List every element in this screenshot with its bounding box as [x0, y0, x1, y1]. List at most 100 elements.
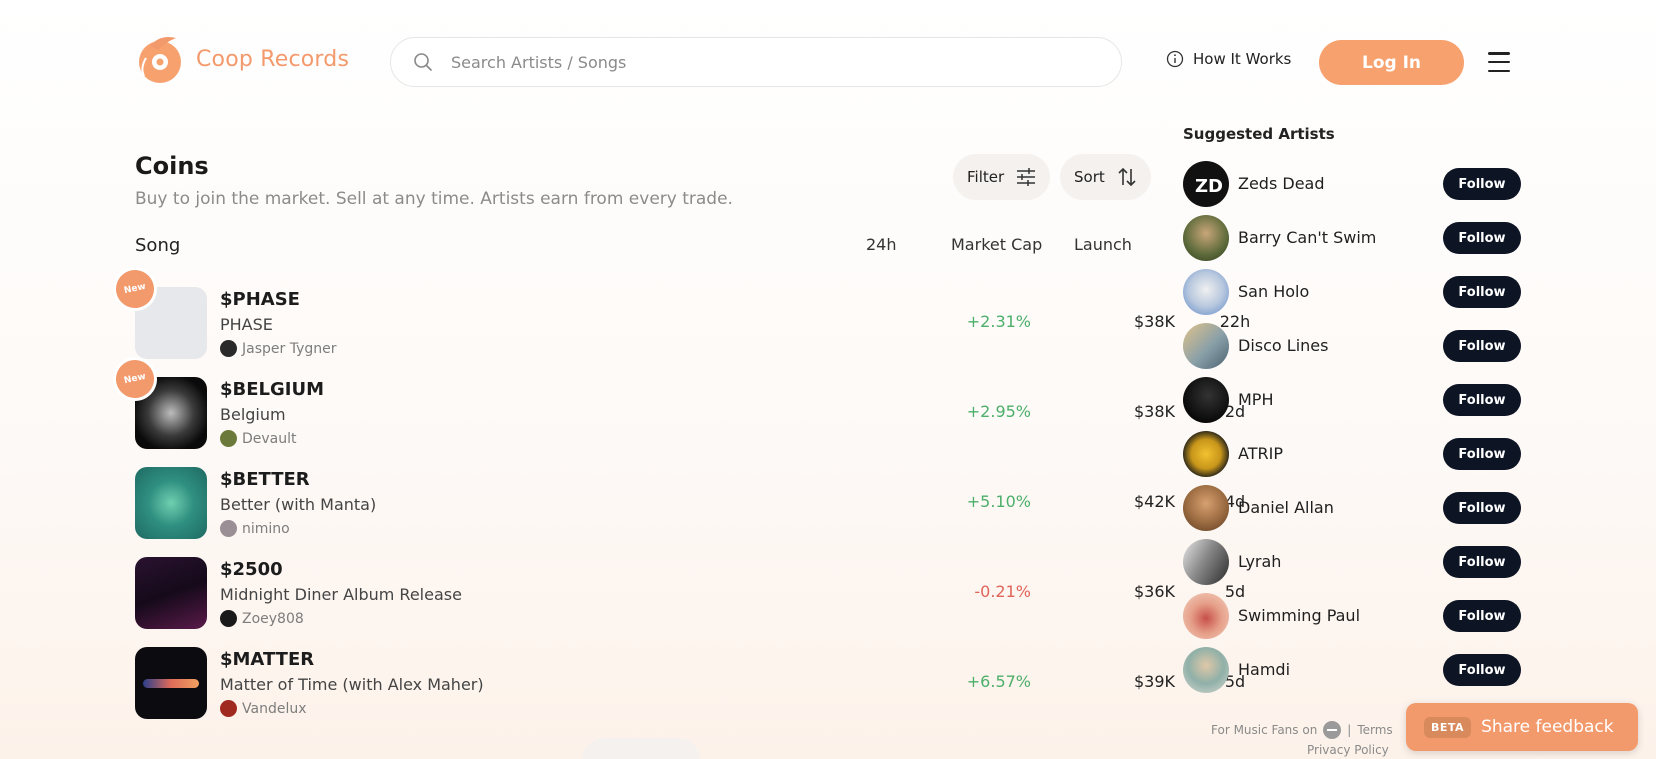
change-24h: +2.31%	[966, 312, 1031, 331]
column-header-launch[interactable]: Launch	[1074, 235, 1132, 254]
how-it-works-link[interactable]: How It Works	[1166, 50, 1291, 68]
suggested-artist[interactable]: San Holo Follow	[1183, 269, 1521, 315]
suggested-artist[interactable]: ZD Zeds Dead Follow	[1183, 161, 1521, 207]
market-cap: $39K	[1133, 672, 1175, 691]
coin-ticker: $2500	[220, 559, 283, 580]
song-title: PHASE	[220, 315, 273, 334]
coin-row[interactable]: $MATTER Matter of Time (with Alex Maher)…	[135, 647, 1245, 723]
follow-button[interactable]: Follow	[1443, 438, 1521, 470]
hamburger-menu-icon[interactable]	[1488, 52, 1510, 72]
column-header-market-cap[interactable]: Market Cap	[951, 235, 1042, 254]
avatar	[1183, 215, 1229, 261]
market-cap: $38K	[1133, 312, 1175, 331]
artist-name: Zoey808	[242, 610, 304, 627]
follow-button[interactable]: Follow	[1443, 222, 1521, 254]
artist-credit[interactable]: Jasper Tygner	[220, 340, 337, 357]
avatar: ZD	[1183, 161, 1229, 207]
privacy-policy-link[interactable]: Privacy Policy	[1307, 743, 1389, 757]
artist-name: San Holo	[1238, 282, 1310, 301]
change-24h: +2.95%	[966, 402, 1031, 421]
coin-ticker: $MATTER	[220, 649, 315, 670]
sort-arrows-icon	[1118, 167, 1136, 187]
terms-link[interactable]: Terms	[1357, 723, 1392, 737]
beta-badge: BETA	[1424, 716, 1472, 738]
suggested-artist[interactable]: Barry Can't Swim Follow	[1183, 215, 1521, 261]
follow-button[interactable]: Follow	[1443, 492, 1521, 524]
follow-button[interactable]: Follow	[1443, 654, 1521, 686]
suggested-artist[interactable]: Swimming Paul Follow	[1183, 593, 1521, 639]
follow-button[interactable]: Follow	[1443, 330, 1521, 362]
for-music-fans-text: For Music Fans on	[1211, 723, 1318, 737]
change-24h: +5.10%	[966, 492, 1031, 511]
coin-ticker: $BELGIUM	[220, 379, 325, 400]
artist-name: nimino	[242, 520, 290, 537]
artist-name: Barry Can't Swim	[1238, 228, 1377, 247]
search-input[interactable]	[451, 52, 1051, 72]
suggested-artist[interactable]: Daniel Allan Follow	[1183, 485, 1521, 531]
avatar	[220, 430, 237, 447]
coin-row[interactable]: New $PHASE PHASE Jasper Tygner +2.31% $3…	[112, 266, 1250, 363]
avatar	[220, 340, 237, 357]
avatar	[1183, 593, 1229, 639]
filter-button[interactable]: Filter	[953, 154, 1051, 200]
avatar	[1183, 377, 1229, 423]
search-bar[interactable]	[390, 37, 1122, 87]
artist-name: Daniel Allan	[1238, 498, 1334, 517]
avatar	[220, 610, 237, 627]
share-feedback-label: Share feedback	[1481, 717, 1614, 737]
artist-credit[interactable]: Devault	[220, 430, 297, 447]
coin-row[interactable]: New $BELGIUM Belgium Devault +2.95% $38K…	[112, 356, 1245, 453]
song-title: Better (with Manta)	[220, 495, 377, 514]
coin-ticker: $PHASE	[220, 289, 300, 310]
song-artwork	[135, 467, 207, 539]
artist-name: MPH	[1238, 390, 1274, 409]
share-feedback-button[interactable]: BETA Share feedback	[1406, 703, 1638, 751]
brand-name: Coop Records	[196, 46, 350, 72]
column-header-song: Song	[135, 235, 181, 256]
avatar	[1183, 647, 1229, 693]
coin-row[interactable]: $2500 Midnight Diner Album Release Zoey8…	[135, 557, 1245, 633]
change-24h: +6.57%	[966, 672, 1031, 691]
sort-button[interactable]: Sort	[1060, 154, 1151, 200]
brand-logo[interactable]: Coop Records	[136, 32, 349, 86]
suggested-artist[interactable]: Hamdi Follow	[1183, 647, 1521, 693]
artist-credit[interactable]: Zoey808	[220, 610, 304, 627]
avatar	[1183, 539, 1229, 585]
footer-links: For Music Fans on | Terms	[1211, 721, 1393, 739]
filter-label: Filter	[967, 168, 1005, 186]
artwork-stripe	[143, 679, 199, 688]
suggested-artist[interactable]: Disco Lines Follow	[1183, 323, 1521, 369]
footer-separator: |	[1347, 723, 1352, 737]
avatar	[1183, 269, 1229, 315]
avatar	[1183, 323, 1229, 369]
artist-credit[interactable]: nimino	[220, 520, 290, 537]
song-title: Matter of Time (with Alex Maher)	[220, 675, 484, 694]
market-cap: $36K	[1133, 582, 1175, 601]
page-subtitle: Buy to join the market. Sell at any time…	[135, 189, 733, 209]
follow-button[interactable]: Follow	[1443, 546, 1521, 578]
follow-button[interactable]: Follow	[1443, 384, 1521, 416]
follow-button[interactable]: Follow	[1443, 600, 1521, 632]
artist-name: Devault	[242, 430, 297, 447]
market-cap: $42K	[1133, 492, 1175, 511]
coop-logo-icon	[139, 37, 181, 83]
view-more-button[interactable]: View More	[582, 738, 700, 759]
how-it-works-label: How It Works	[1193, 50, 1292, 68]
follow-button[interactable]: Follow	[1443, 168, 1521, 200]
artist-name: ATRIP	[1238, 444, 1283, 463]
column-header-24h[interactable]: 24h	[866, 235, 897, 254]
suggested-artist[interactable]: MPH Follow	[1183, 377, 1521, 423]
song-artwork	[135, 557, 207, 629]
artist-credit[interactable]: Vandelux	[220, 700, 307, 717]
artist-name: Jasper Tygner	[242, 340, 337, 357]
market-cap: $38K	[1133, 402, 1175, 421]
follow-button[interactable]: Follow	[1443, 276, 1521, 308]
artist-name: Lyrah	[1238, 552, 1282, 571]
suggested-artist[interactable]: Lyrah Follow	[1183, 539, 1521, 585]
artist-name: Hamdi	[1238, 660, 1291, 679]
network-logo-icon[interactable]	[1323, 721, 1342, 739]
login-button[interactable]: Log In	[1319, 40, 1464, 85]
song-title: Belgium	[220, 405, 286, 424]
coin-row[interactable]: $BETTER Better (with Manta) nimino +5.10…	[135, 467, 1245, 543]
suggested-artist[interactable]: ATRIP Follow	[1183, 431, 1521, 477]
